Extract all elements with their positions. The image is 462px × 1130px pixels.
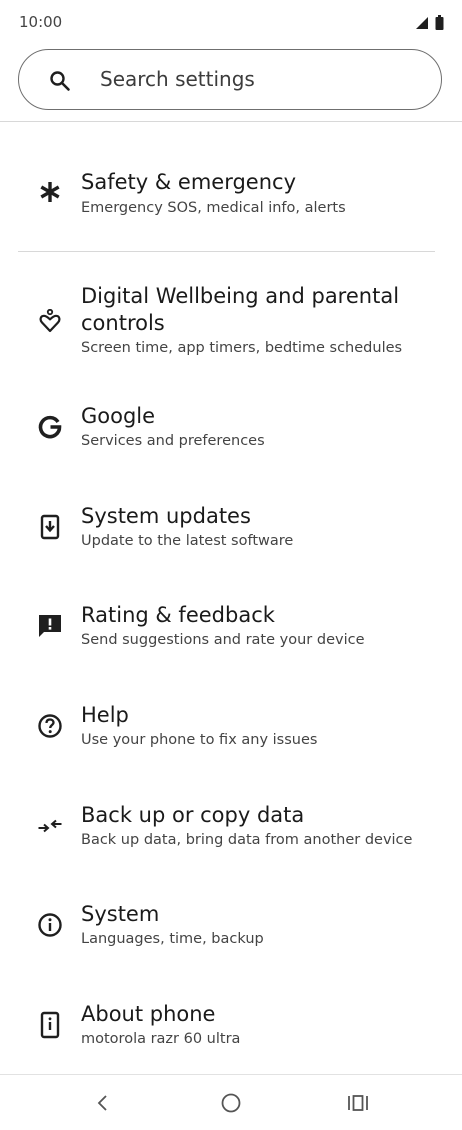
item-title: Digital Wellbeing and parental controls bbox=[81, 284, 400, 335]
settings-item-system-updates[interactable]: System updates Update to the latest soft… bbox=[0, 495, 462, 575]
settings-item-google[interactable]: Google Services and preferences bbox=[0, 395, 462, 475]
phone-info-icon bbox=[36, 1011, 64, 1039]
search-icon bbox=[50, 71, 70, 91]
settings-item-digital-wellbeing[interactable]: Digital Wellbeing and parental controls … bbox=[0, 275, 462, 365]
search-bar[interactable]: Search settings bbox=[18, 49, 442, 110]
help-icon bbox=[36, 712, 64, 740]
status-bar: 10:00 bbox=[0, 0, 462, 48]
item-subtitle: motorola razr 60 ultra bbox=[81, 1031, 241, 1047]
item-title: Safety & emergency bbox=[81, 170, 296, 194]
divider bbox=[18, 251, 435, 252]
battery-icon bbox=[435, 15, 444, 30]
wellbeing-heart-icon bbox=[36, 307, 64, 335]
home-icon bbox=[221, 1093, 241, 1113]
backup-arrows-icon bbox=[36, 812, 64, 840]
navigation-bar bbox=[0, 1074, 462, 1130]
search-placeholder: Search settings bbox=[100, 67, 255, 91]
item-title: Rating & feedback bbox=[81, 603, 275, 627]
back-icon bbox=[97, 1095, 107, 1111]
item-title: About phone bbox=[81, 1002, 216, 1026]
item-subtitle: Screen time, app timers, bedtime schedul… bbox=[81, 340, 403, 356]
item-title: Back up or copy data bbox=[81, 803, 305, 827]
item-subtitle: Use your phone to fix any issues bbox=[81, 732, 318, 748]
settings-item-system[interactable]: System Languages, time, backup bbox=[0, 893, 462, 973]
item-subtitle: Send suggestions and rate your device bbox=[81, 632, 365, 648]
recents-icon bbox=[348, 1095, 368, 1111]
item-subtitle: Emergency SOS, medical info, alerts bbox=[81, 200, 346, 216]
settings-item-rating-feedback[interactable]: Rating & feedback Send suggestions and r… bbox=[0, 594, 462, 674]
recents-button[interactable] bbox=[344, 1089, 372, 1117]
settings-item-backup-copy[interactable]: Back up or copy data Back up data, bring… bbox=[0, 794, 462, 874]
item-title: System bbox=[81, 902, 160, 926]
item-title: Google bbox=[81, 404, 156, 428]
settings-item-safety-emergency[interactable]: Safety & emergency Emergency SOS, medica… bbox=[0, 160, 462, 240]
status-time: 10:00 bbox=[19, 13, 63, 31]
item-title: System updates bbox=[81, 504, 251, 528]
asterisk-icon bbox=[36, 178, 64, 206]
settings-item-help[interactable]: Help Use your phone to fix any issues bbox=[0, 694, 462, 774]
status-icons bbox=[415, 15, 444, 30]
item-subtitle: Back up data, bring data from another de… bbox=[81, 832, 413, 848]
settings-item-about-phone[interactable]: About phone motorola razr 60 ultra bbox=[0, 993, 462, 1073]
system-update-icon bbox=[36, 513, 64, 541]
info-icon bbox=[36, 911, 64, 939]
google-g-icon bbox=[36, 413, 64, 441]
home-button[interactable] bbox=[217, 1089, 245, 1117]
item-title: Help bbox=[81, 703, 129, 727]
divider bbox=[0, 121, 462, 122]
item-subtitle: Languages, time, backup bbox=[81, 931, 264, 947]
back-button[interactable] bbox=[89, 1089, 117, 1117]
feedback-icon bbox=[36, 612, 64, 640]
item-subtitle: Services and preferences bbox=[81, 433, 265, 449]
item-subtitle: Update to the latest software bbox=[81, 533, 294, 549]
signal-icon bbox=[416, 16, 428, 29]
